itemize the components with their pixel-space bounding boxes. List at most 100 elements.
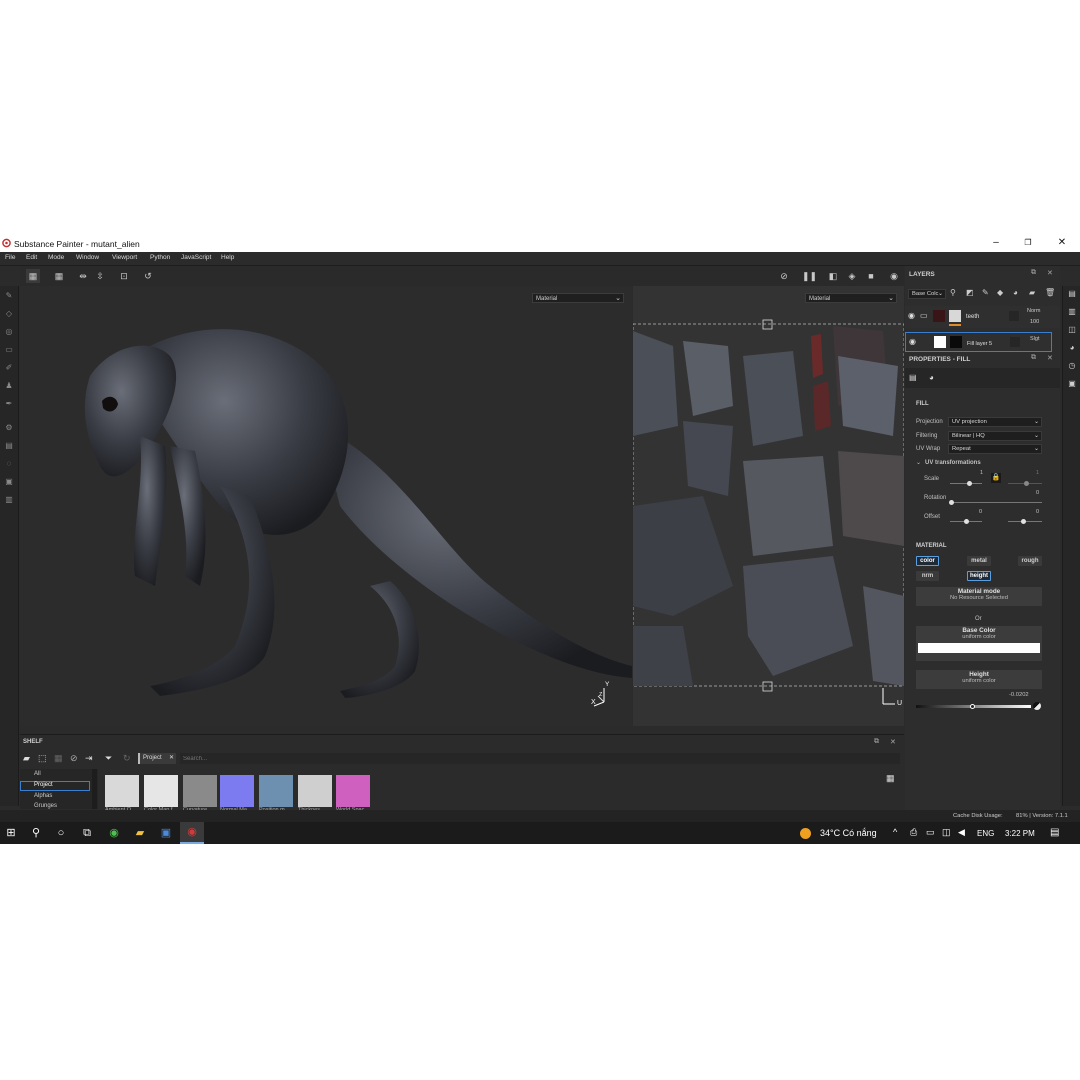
eye-icon[interactable]: ◉ [908,311,915,320]
float-panel-icon[interactable]: ⧉ [874,738,879,746]
camera-video-icon[interactable]: ■ [864,269,878,283]
search-icon[interactable]: ⚲ [28,825,44,841]
smart-material-icon[interactable]: ◕ [1013,288,1018,297]
shelf-item[interactable]: Color Map f [144,775,178,813]
category-grunges[interactable]: Grunges [34,803,57,809]
add-effect-icon[interactable]: ⚲ [950,288,956,297]
category-project[interactable]: Project [34,782,53,788]
blend-mode[interactable]: Slgt [1030,336,1039,342]
picker-icon[interactable]: ✒ [3,398,15,410]
eraser-icon[interactable]: ◇ [3,308,15,320]
fit-view-icon[interactable]: ⊡ [117,269,131,283]
layer-row[interactable]: ◉ Fill layer 5 Slgt [905,332,1052,352]
windows-start-icon[interactable]: ⊞ [3,825,19,841]
meet-now-icon[interactable]: ⎙ [910,827,917,838]
menu-viewport[interactable]: Viewport [112,254,137,261]
color-picker-icon[interactable] [1033,702,1041,710]
layer-row[interactable]: ◉ ▭ teeth Norm 100 [905,306,1060,328]
close-tab-icon[interactable]: ✕ [169,753,174,764]
viewer-settings-icon[interactable]: ◕ [1066,342,1078,354]
nrm-channel-chip[interactable]: nrm [916,571,939,581]
rotation-slider[interactable] [950,502,1042,503]
material-mode-button[interactable]: Material mode No Resource Selected [916,587,1042,606]
viewport-3d[interactable]: Material ⌄ Y X Z [20,286,632,726]
log-icon[interactable]: ▣ [1066,378,1078,390]
close-button[interactable]: ✕ [1054,237,1070,248]
delete-icon[interactable]: 🗑 [1045,288,1055,297]
scale-slider[interactable] [950,483,982,484]
brush-icon[interactable]: ✎ [3,290,15,302]
dual-view-icon[interactable]: ◧ [826,269,840,283]
pause-icon[interactable]: ❚❚ [802,269,817,283]
volume-icon[interactable]: ◀ [958,827,965,838]
menu-file[interactable]: File [5,254,15,261]
height-channel-chip[interactable]: height [967,571,991,581]
symmetry-y-icon[interactable]: ⇳ [93,269,107,283]
save-icon[interactable]: ▦ [54,753,63,764]
menu-python[interactable]: Python [150,254,170,261]
rotation-slider-knob[interactable] [949,500,954,505]
close-panel-icon[interactable]: ✕ [1047,354,1053,362]
history-dock-icon[interactable]: ◷ [1066,360,1078,372]
lock-icon[interactable]: 🔒 [991,473,1001,483]
offset-slider-1-knob[interactable] [964,519,969,524]
cortana-icon[interactable]: ○ [53,825,69,841]
notifications-icon[interactable]: ▤ [1050,827,1059,838]
viewport-2d[interactable]: Material ⌄ U [633,286,904,726]
category-scrollbar[interactable] [92,769,97,809]
photoshop-icon[interactable]: ▣ [3,476,15,488]
history-icon[interactable]: ↺ [141,269,155,283]
menu-window[interactable]: Window [76,254,99,261]
material-tab-icon[interactable]: ◕ [929,373,934,382]
height-slider-knob[interactable] [970,704,975,709]
shelf-tab-project[interactable]: Project ✕ [138,753,176,764]
shelf-search-input[interactable] [180,753,900,764]
shelf-item[interactable]: World Spac [336,775,370,813]
close-panel-icon[interactable]: ✕ [890,738,896,746]
shelf-item[interactable]: Curvature [183,775,217,813]
hide-icon[interactable]: ⊘ [777,269,791,283]
browser-icon[interactable]: ◉ [106,825,122,841]
add-mask-icon[interactable]: ◩ [966,288,974,297]
grid-view-icon[interactable]: ▦ [886,773,895,784]
folder-icon[interactable]: ▰ [23,753,30,764]
close-panel-icon[interactable]: ✕ [1047,269,1053,277]
menu-help[interactable]: Help [221,254,234,261]
clone-icon[interactable]: ♟ [3,380,15,392]
symmetry-x-icon[interactable]: ⇹ [76,269,90,283]
shelf-item[interactable]: Position m [259,775,293,813]
chevron-down-icon[interactable]: ⌄ [916,459,921,466]
geometry-fill-icon[interactable]: ▭ [3,344,15,356]
substance-painter-taskbar-icon[interactable]: ◉ [180,822,204,844]
shelf-item[interactable]: Thicknes [298,775,332,813]
color-channel-chip[interactable]: color [916,556,939,566]
base-color-swatch[interactable] [918,643,1040,653]
export-icon[interactable]: ⇥ [85,753,93,764]
uvwrap-select[interactable]: Repeat ⌄ [948,444,1042,454]
import-icon[interactable]: ⬚ [38,753,47,764]
grid-layout-icon[interactable]: ▦ [52,269,66,283]
weather-text[interactable]: 34°C Có nắng [820,828,877,838]
chevron-up-icon[interactable]: ^ [893,827,897,837]
cube-icon[interactable]: ◈ [845,269,859,283]
opacity-value[interactable]: 100 [1030,319,1039,325]
photos-icon[interactable]: ▣ [158,825,174,841]
filter-icon[interactable]: ⏷ [105,753,112,764]
smudge-icon[interactable]: ✐ [3,362,15,374]
shelf-item[interactable]: Normal Ma [220,775,254,813]
task-view-icon[interactable]: ⧉ [79,825,95,841]
export-icon[interactable]: ▥ [3,494,15,506]
menu-mode[interactable]: Mode [48,254,64,261]
float-panel-icon[interactable]: ⧉ [1031,354,1036,362]
layers-dock-icon[interactable]: ▤ [1066,288,1078,300]
projection-select[interactable]: UV projection ⌄ [948,417,1042,427]
language-indicator[interactable]: ENG [977,829,994,838]
blend-mode[interactable]: Norm [1027,308,1040,314]
network-icon[interactable]: ◫ [942,827,951,838]
scale-slider-2-knob[interactable] [1024,481,1029,486]
texture-set-dock-icon[interactable]: ▥ [1066,306,1078,318]
rough-channel-chip[interactable]: rough [1018,556,1042,566]
folder-icon[interactable]: ▰ [1029,288,1035,297]
battery-icon[interactable]: ▭ [926,827,935,838]
fill-layer-icon[interactable]: ◆ [997,288,1003,297]
